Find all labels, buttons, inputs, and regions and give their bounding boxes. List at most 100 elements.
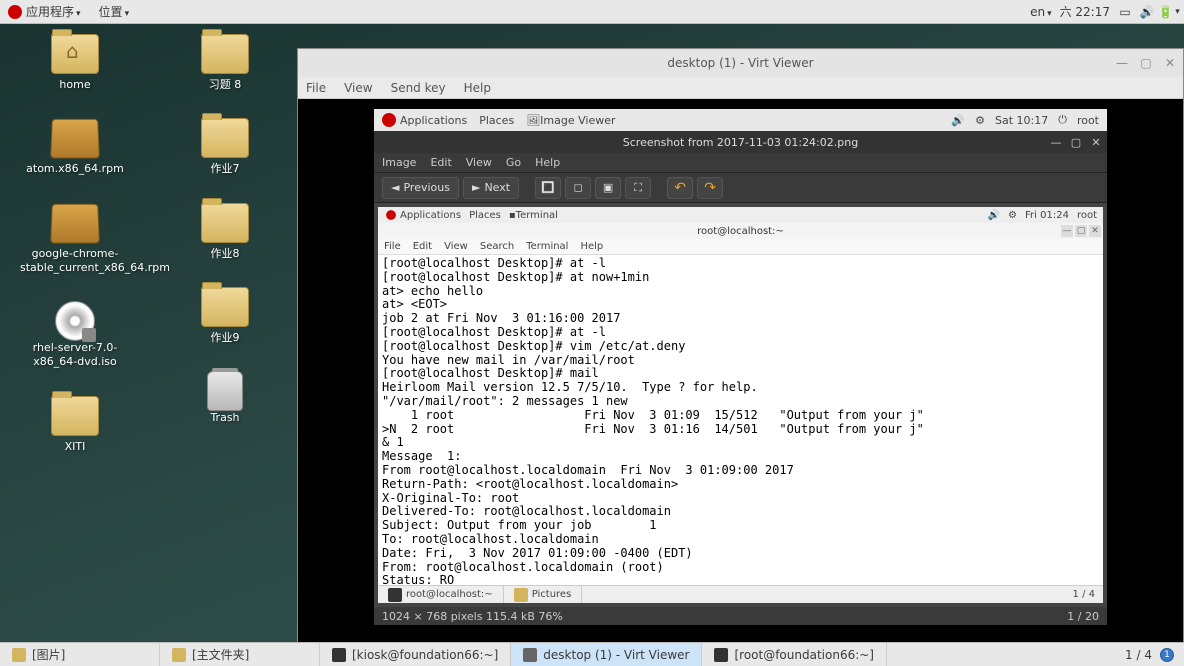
desktop-icon[interactable]: rhel-server-7.0-x86_64-dvd.iso — [20, 301, 130, 370]
desktop-icon[interactable]: Trash — [170, 371, 280, 425]
desktop-icon[interactable]: XITI — [20, 396, 130, 454]
task-pictures[interactable]: [图片] — [0, 643, 160, 666]
places-menu[interactable]: 位置 — [99, 3, 130, 20]
redhat-icon — [8, 5, 22, 19]
shot-places: Places — [469, 210, 501, 221]
next-button[interactable]: ► Next — [463, 177, 519, 199]
desktop-icon[interactable]: home — [20, 34, 130, 92]
menu-view[interactable]: View — [344, 81, 372, 95]
close-button[interactable]: ✕ — [1089, 135, 1103, 149]
window-title: desktop (1) - Virt Viewer — [667, 56, 813, 70]
zoom-fit-button[interactable]: ⛶ — [625, 177, 651, 199]
shot-user: root — [1077, 210, 1097, 221]
guest-app-label[interactable]: Image Viewer — [540, 114, 615, 127]
desktop-icon-label: atom.x86_64.rpm — [20, 162, 130, 176]
shot-workspace-count: 1 / 4 — [1065, 589, 1103, 600]
bottom-panel: [图片] [主文件夹] [kiosk@foundation66:~] deskt… — [0, 642, 1184, 666]
redhat-icon — [386, 210, 396, 220]
network-icon: ⚙ — [1008, 210, 1017, 221]
maximize-button[interactable]: ▢ — [1139, 56, 1153, 70]
guest-applications-menu[interactable]: Applications — [400, 114, 467, 127]
window-titlebar[interactable]: desktop (1) - Virt Viewer — ▢ ✕ — [298, 49, 1183, 77]
desktop-icon-label: XITI — [20, 440, 130, 454]
workspace-badge[interactable]: 1 — [1160, 648, 1174, 662]
desktop-icon-label: 作业8 — [170, 247, 280, 261]
virt-menubar: File View Send key Help — [298, 77, 1183, 99]
term-menu-view: View — [444, 241, 468, 252]
menu-view[interactable]: View — [466, 156, 492, 169]
maximize-button[interactable]: ▢ — [1069, 135, 1083, 149]
guest-top-panel: Applications Places 🖼 Image Viewer 🔊 ⚙ S… — [374, 109, 1107, 131]
zoom-normal-button[interactable]: ▣ — [595, 177, 621, 199]
menu-file[interactable]: File — [306, 81, 326, 95]
zoom-in-button[interactable]: 🔳 — [535, 177, 561, 199]
terminal-icon: ▪ — [509, 210, 516, 221]
desktop-icon[interactable]: 作业8 — [170, 203, 280, 261]
desktop-icon-label: rhel-server-7.0-x86_64-dvd.iso — [20, 341, 130, 370]
desktop-icon-label: 习题 8 — [170, 78, 280, 92]
close-button[interactable]: ✕ — [1163, 56, 1177, 70]
top-panel: 应用程序 位置 en 六 22:17 ▭ 🔊 🔋 — [0, 0, 1184, 24]
desktop-icon-label: 作业7 — [170, 162, 280, 176]
image-viewer-icon: 🖼 — [526, 114, 540, 127]
guest-user[interactable]: root — [1077, 114, 1099, 127]
language-indicator[interactable]: en — [1030, 5, 1052, 19]
desktop-icon-label: Trash — [170, 411, 280, 425]
menu-edit[interactable]: Edit — [430, 156, 451, 169]
zoom-out-button[interactable]: ◻ — [565, 177, 591, 199]
shot-task-terminal: root@localhost:~ — [378, 586, 504, 603]
desktop-icon-label: home — [20, 78, 130, 92]
shot-apps: Applications — [400, 210, 461, 221]
power-icon[interactable]: ⏻ — [1058, 113, 1067, 127]
image-info: 1024 × 768 pixels 115.4 kB 76% — [382, 610, 563, 623]
task-home[interactable]: [主文件夹] — [160, 643, 320, 666]
image-viewer-toolbar: ◄ Previous ► Next 🔳 ◻ ▣ ⛶ ↶ ↷ — [374, 173, 1107, 203]
task-root-terminal[interactable]: [root@foundation66:~] — [702, 643, 887, 666]
term-menu-terminal: Terminal — [526, 241, 568, 252]
image-viewer-title: Screenshot from 2017-11-03 01:24:02.png — [623, 136, 858, 149]
guest-places-menu[interactable]: Places — [479, 114, 514, 127]
term-menu-file: File — [384, 241, 401, 252]
menu-image[interactable]: Image — [382, 156, 416, 169]
shot-term-label: Terminal — [516, 210, 558, 221]
shot-task-pictures: Pictures — [504, 586, 583, 603]
desktop-icon[interactable]: google-chrome-stable_current_x86_64.rpm — [20, 203, 130, 276]
rotate-left-button[interactable]: ↶ — [667, 177, 693, 199]
terminal-output: [root@localhost Desktop]# at -l [root@lo… — [378, 255, 1103, 585]
terminal-title: root@localhost:~ — [697, 226, 784, 237]
applications-menu[interactable]: 应用程序 — [26, 3, 81, 20]
desktop-icon[interactable]: 作业7 — [170, 118, 280, 176]
desktop-icon[interactable]: 习题 8 — [170, 34, 280, 92]
network-icon[interactable]: ⚙ — [975, 114, 985, 127]
image-viewer-titlebar[interactable]: Screenshot from 2017-11-03 01:24:02.png … — [374, 131, 1107, 153]
desktop-icon[interactable]: 作业9 — [170, 287, 280, 345]
task-kiosk-terminal[interactable]: [kiosk@foundation66:~] — [320, 643, 511, 666]
volume-icon[interactable]: 🔊 — [1140, 5, 1154, 19]
viewed-image: Applications Places ▪ Terminal 🔊 ⚙ Fri 0… — [378, 207, 1103, 603]
workspace-count: 1 / 4 — [1125, 648, 1152, 662]
image-viewer-statusbar: 1024 × 768 pixels 115.4 kB 76% 1 / 20 — [374, 607, 1107, 625]
desktop-icon[interactable]: atom.x86_64.rpm — [20, 118, 130, 176]
image-viewer-menubar: Image Edit View Go Help — [374, 153, 1107, 173]
menu-help[interactable]: Help — [464, 81, 491, 95]
minimize-button[interactable]: — — [1115, 56, 1129, 70]
guest-clock[interactable]: Sat 10:17 — [995, 114, 1048, 127]
term-menu-edit: Edit — [413, 241, 432, 252]
shot-clock: Fri 01:24 — [1025, 210, 1069, 221]
minimize-button[interactable]: — — [1049, 135, 1063, 149]
clock[interactable]: 六 22:17 — [1060, 3, 1110, 20]
previous-button[interactable]: ◄ Previous — [382, 177, 459, 199]
menu-go[interactable]: Go — [506, 156, 521, 169]
rotate-right-button[interactable]: ↷ — [697, 177, 723, 199]
menu-sendkey[interactable]: Send key — [391, 81, 446, 95]
menu-help[interactable]: Help — [535, 156, 560, 169]
volume-icon: 🔊 — [988, 210, 1000, 221]
desktop: home atom.x86_64.rpm google-chrome-stable_… — [0, 24, 1184, 642]
redhat-icon — [382, 113, 396, 127]
task-virt-viewer[interactable]: desktop (1) - Virt Viewer — [511, 643, 702, 666]
battery-icon[interactable]: 🔋 — [1162, 5, 1176, 19]
volume-icon[interactable]: 🔊 — [951, 114, 965, 127]
display-icon[interactable]: ▭ — [1118, 5, 1132, 19]
image-position: 1 / 20 — [1067, 610, 1099, 623]
term-menu-help: Help — [580, 241, 603, 252]
